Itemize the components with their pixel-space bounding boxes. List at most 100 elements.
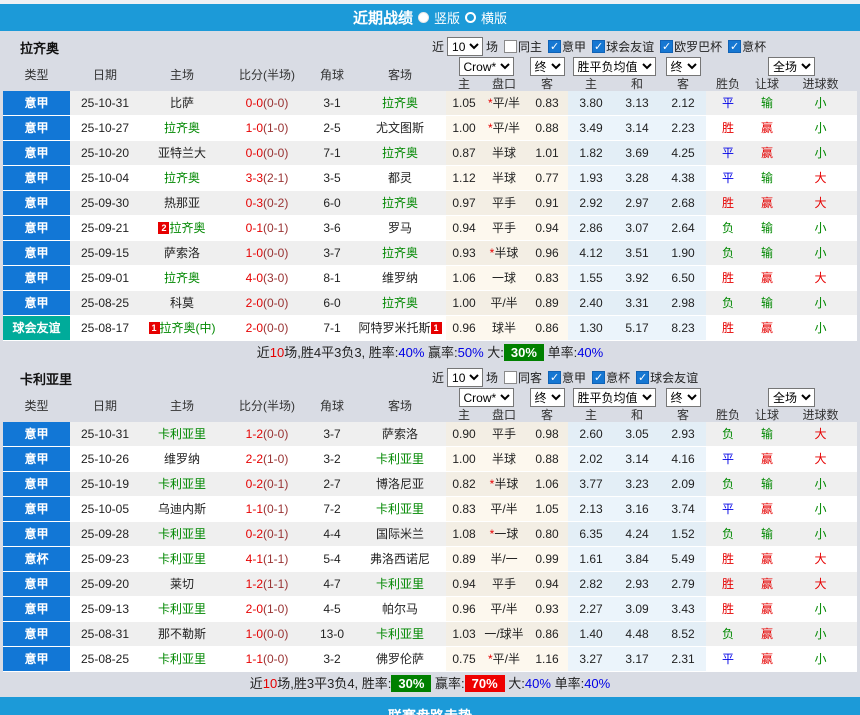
vertical-label[interactable]: 竖版 bbox=[434, 8, 460, 27]
away-team-cell[interactable]: 拉齐奥 bbox=[354, 241, 446, 266]
home-team-name: 乌迪内斯 bbox=[158, 502, 206, 516]
home-team-cell[interactable]: 比萨 bbox=[140, 91, 224, 116]
league-checkbox[interactable]: ✓ bbox=[592, 371, 605, 384]
table-row: 意甲25-09-15萨索洛1-0(0-0)3-7拉齐奥0.93*半球0.964.… bbox=[3, 241, 857, 266]
away-team-cell[interactable]: 阿特罗米托斯1 bbox=[354, 316, 446, 341]
away-team-cell[interactable]: 帕尔马 bbox=[354, 597, 446, 622]
league-label[interactable]: 球会友谊 bbox=[650, 369, 698, 386]
handicap-result-cell: 赢 bbox=[750, 316, 784, 341]
wdl-stage-select[interactable]: 终 bbox=[666, 388, 701, 407]
table-row: 意甲25-09-20莱切1-2(1-1)4-7卡利亚里0.94平手0.942.8… bbox=[3, 572, 857, 597]
corner-cell: 3-5 bbox=[310, 166, 354, 191]
match-count-select[interactable]: 10 bbox=[447, 368, 483, 387]
home-team-cell[interactable]: 科莫 bbox=[140, 291, 224, 316]
away-team-cell[interactable]: 拉齐奥 bbox=[354, 91, 446, 116]
halftime-score: (0-0) bbox=[263, 296, 288, 310]
away-team-cell[interactable]: 佛罗伦萨 bbox=[354, 647, 446, 672]
match-type-cell: 意甲 bbox=[3, 141, 70, 166]
home-team-cell[interactable]: 卡利亚里 bbox=[140, 472, 224, 497]
odds-company-select[interactable]: Crow* bbox=[459, 388, 514, 407]
wdl-stage-select[interactable]: 终 bbox=[666, 57, 701, 76]
same-venue-label[interactable]: 同客 bbox=[518, 369, 542, 386]
home-team-cell[interactable]: 卡利亚里 bbox=[140, 422, 224, 447]
horizontal-radio[interactable] bbox=[465, 12, 476, 23]
home-team-cell[interactable]: 拉齐奥 bbox=[140, 166, 224, 191]
away-team-cell[interactable]: 卡利亚里 bbox=[354, 572, 446, 597]
away-team-cell[interactable]: 弗洛西诺尼 bbox=[354, 547, 446, 572]
away-team-cell[interactable]: 拉齐奥 bbox=[354, 291, 446, 316]
away-team-cell[interactable]: 卡利亚里 bbox=[354, 497, 446, 522]
league-label[interactable]: 意甲 bbox=[562, 369, 586, 386]
away-team-name: 国际米兰 bbox=[376, 527, 424, 541]
same-venue-checkbox[interactable] bbox=[504, 371, 517, 384]
match-count-select[interactable]: 10 bbox=[447, 37, 483, 56]
away-team-cell[interactable]: 卡利亚里 bbox=[354, 447, 446, 472]
win-odds-cell: 6.35 bbox=[568, 522, 614, 547]
home-team-cell[interactable]: 萨索洛 bbox=[140, 241, 224, 266]
league-checkbox[interactable]: ✓ bbox=[728, 40, 741, 53]
home-odds-cell: 1.03 bbox=[446, 622, 482, 647]
home-team-cell[interactable]: 维罗纳 bbox=[140, 447, 224, 472]
away-team-cell[interactable]: 都灵 bbox=[354, 166, 446, 191]
home-team-cell[interactable]: 卡利亚里 bbox=[140, 647, 224, 672]
home-team-cell[interactable]: 那不勒斯 bbox=[140, 622, 224, 647]
home-team-cell[interactable]: 卡利亚里 bbox=[140, 597, 224, 622]
league-label[interactable]: 意甲 bbox=[562, 38, 586, 55]
match-type-cell: 意甲 bbox=[3, 216, 70, 241]
goals-result-cell: 大 bbox=[784, 191, 857, 216]
away-team-cell[interactable]: 维罗纳 bbox=[354, 266, 446, 291]
away-team-cell[interactable]: 萨索洛 bbox=[354, 422, 446, 447]
home-team-cell[interactable]: 2拉齐奥 bbox=[140, 216, 224, 241]
table-row: 意甲25-10-04拉齐奥3-3(2-1)3-5都灵1.12半球0.771.93… bbox=[3, 166, 857, 191]
same-venue-label[interactable]: 同主 bbox=[518, 38, 542, 55]
away-team-cell[interactable]: 拉齐奥 bbox=[354, 141, 446, 166]
league-label[interactable]: 球会友谊 bbox=[606, 38, 654, 55]
horizontal-label[interactable]: 横版 bbox=[481, 8, 507, 27]
home-team-cell[interactable]: 乌迪内斯 bbox=[140, 497, 224, 522]
result-cell: 负 bbox=[706, 422, 750, 447]
away-team-cell[interactable]: 罗马 bbox=[354, 216, 446, 241]
home-team-cell[interactable]: 1拉齐奥(中) bbox=[140, 316, 224, 341]
lose-odds-cell: 2.23 bbox=[660, 116, 706, 141]
match-type-cell: 意甲 bbox=[3, 572, 70, 597]
away-team-cell[interactable]: 拉齐奥 bbox=[354, 191, 446, 216]
filter-bar: 近10场同客✓意甲✓意杯✓球会友谊 bbox=[432, 368, 698, 387]
score-cell: 0-0(0-0) bbox=[224, 141, 310, 166]
odds-stage-select[interactable]: 终 bbox=[530, 57, 565, 76]
vertical-radio[interactable] bbox=[418, 12, 429, 23]
odds-company-select[interactable]: Crow* bbox=[459, 57, 514, 76]
team-section: 卡利亚里近10场同客✓意甲✓意杯✓球会友谊类型日期主场比分(半场)角球客场Cro… bbox=[3, 368, 857, 695]
sub-col-header: 主 bbox=[446, 77, 482, 91]
home-team-cell[interactable]: 莱切 bbox=[140, 572, 224, 597]
odds-stage-select[interactable]: 终 bbox=[530, 388, 565, 407]
home-team-cell[interactable]: 卡利亚里 bbox=[140, 547, 224, 572]
league-label[interactable]: 欧罗巴杯 bbox=[674, 38, 722, 55]
away-team-cell[interactable]: 尤文图斯 bbox=[354, 116, 446, 141]
away-team-cell[interactable]: 博洛尼亚 bbox=[354, 472, 446, 497]
team-section: 拉齐奥近10场同主✓意甲✓球会友谊✓欧罗巴杯✓意杯类型日期主场比分(半场)角球客… bbox=[3, 37, 857, 364]
league-checkbox[interactable]: ✓ bbox=[636, 371, 649, 384]
scope-select[interactable]: 全场 bbox=[768, 57, 815, 76]
wdl-mode-select[interactable]: 胜平负均值 bbox=[573, 388, 656, 407]
home-team-cell[interactable]: 拉齐奥 bbox=[140, 266, 224, 291]
same-venue-checkbox[interactable] bbox=[504, 40, 517, 53]
home-team-cell[interactable]: 亚特兰大 bbox=[140, 141, 224, 166]
league-checkbox[interactable]: ✓ bbox=[548, 371, 561, 384]
league-checkbox[interactable]: ✓ bbox=[660, 40, 673, 53]
fulltime-score: 1-2 bbox=[246, 577, 263, 591]
away-team-cell[interactable]: 卡利亚里 bbox=[354, 622, 446, 647]
summary-text: 大: bbox=[505, 676, 525, 691]
league-label[interactable]: 意杯 bbox=[606, 369, 630, 386]
scope-select[interactable]: 全场 bbox=[768, 388, 815, 407]
league-checkbox[interactable]: ✓ bbox=[592, 40, 605, 53]
home-team-cell[interactable]: 热那亚 bbox=[140, 191, 224, 216]
sub-col-header: 和 bbox=[614, 408, 660, 422]
away-team-cell[interactable]: 国际米兰 bbox=[354, 522, 446, 547]
league-checkbox[interactable]: ✓ bbox=[548, 40, 561, 53]
home-team-cell[interactable]: 卡利亚里 bbox=[140, 522, 224, 547]
away-team-name: 尤文图斯 bbox=[376, 121, 424, 135]
home-team-cell[interactable]: 拉齐奥 bbox=[140, 116, 224, 141]
wdl-mode-select[interactable]: 胜平负均值 bbox=[573, 57, 656, 76]
league-label[interactable]: 意杯 bbox=[742, 38, 766, 55]
sub-col-header: 主 bbox=[446, 408, 482, 422]
